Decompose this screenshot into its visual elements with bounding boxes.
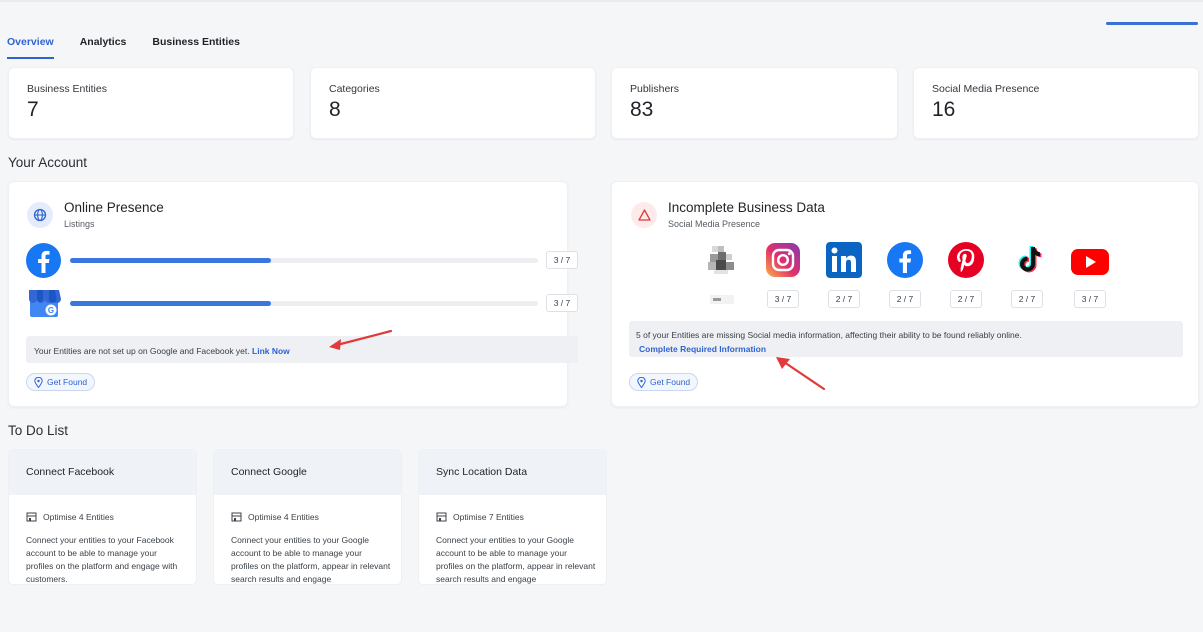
annotation-arrow-left [329, 329, 393, 350]
link-now-link[interactable]: Link Now [252, 346, 290, 356]
facebook-count: 2 / 7 [889, 290, 921, 308]
top-divider [0, 0, 1203, 2]
stat-label: Social Media Presence [932, 83, 1040, 95]
stat-value: 7 [27, 98, 39, 121]
todo-meta-text: Optimise 4 Entities [43, 512, 114, 522]
store-icon [26, 512, 37, 522]
facebook-icon [26, 243, 61, 278]
notice-text: Your Entities are not set up on Google a… [34, 346, 250, 356]
setup-notice: Your Entities are not set up on Google a… [26, 336, 578, 363]
todo-card-sync-location-data[interactable]: Sync Location Data Optimise 7 Entities C… [418, 449, 607, 585]
stat-label: Business Entities [27, 83, 107, 95]
card-subtitle: Social Media Presence [668, 219, 761, 229]
stat-card-publishers: Publishers 83 [611, 67, 898, 139]
todo-card-connect-google[interactable]: Connect Google Optimise 4 Entities Conne… [213, 449, 402, 585]
todo-title: Connect Facebook [9, 450, 196, 495]
pixelated-icon [704, 242, 740, 278]
card-subtitle: Listings [64, 219, 95, 229]
facebook-progress-bar [70, 258, 538, 263]
tab-overview[interactable]: Overview [7, 34, 54, 59]
globe-icon [27, 202, 53, 228]
pinterest-icon [948, 242, 984, 278]
online-presence-card: Online Presence Listings 3 / 7 G 3 / 7 Y… [8, 181, 578, 407]
get-found-button[interactable]: Get Found [26, 373, 96, 391]
stat-card-business-entities: Business Entities 7 [8, 67, 294, 139]
linkedin-count: 2 / 7 [828, 290, 860, 308]
google-business-icon: G [27, 288, 61, 318]
store-icon [436, 512, 447, 522]
annotation-arrow-right [776, 357, 826, 391]
stat-value: 8 [329, 98, 341, 121]
todo-meta-text: Optimise 4 Entities [248, 512, 319, 522]
todo-meta: Optimise 4 Entities [26, 512, 114, 522]
store-icon [231, 512, 242, 522]
stat-label: Categories [329, 83, 380, 95]
facebook-icon [887, 242, 923, 278]
complete-required-information-link[interactable]: Complete Required Information [639, 344, 766, 354]
facebook-count: 3 / 7 [546, 251, 578, 269]
section-title-to-do-list: To Do List [8, 423, 69, 438]
card-title: Online Presence [64, 200, 164, 215]
stat-card-categories: Categories 8 [310, 67, 596, 139]
stat-value: 83 [630, 98, 654, 121]
incomplete-business-data-card: Incomplete Business Data Social Media Pr… [611, 181, 1199, 407]
tab-business-entities[interactable]: Business Entities [152, 34, 240, 59]
progress-fill [70, 301, 272, 306]
tiktok-count: 2 / 7 [1011, 290, 1043, 308]
todo-description: Connect your entities to your Facebook a… [26, 535, 178, 584]
card-title: Incomplete Business Data [668, 200, 825, 215]
get-found-button[interactable]: Get Found [629, 373, 699, 391]
instagram-icon [765, 242, 801, 278]
google-count: 3 / 7 [546, 294, 578, 312]
youtube-count: 3 / 7 [1074, 290, 1106, 308]
todo-meta-text: Optimise 7 Entities [453, 512, 524, 522]
linkedin-icon [826, 242, 862, 278]
get-found-label: Get Found [650, 377, 691, 387]
location-pin-icon [637, 376, 646, 388]
get-found-label: Get Found [47, 377, 88, 387]
location-pin-icon [34, 376, 43, 388]
youtube-icon [1071, 242, 1109, 278]
pinterest-count: 2 / 7 [950, 290, 982, 308]
todo-meta: Optimise 4 Entities [231, 512, 319, 522]
todo-card-connect-facebook[interactable]: Connect Facebook Optimise 4 Entities Con… [8, 449, 197, 585]
todo-meta: Optimise 7 Entities [436, 512, 524, 522]
todo-title: Connect Google [214, 450, 401, 495]
warning-icon [631, 202, 657, 228]
section-title-your-account: Your Account [8, 155, 88, 170]
google-progress-bar [70, 301, 538, 306]
notice-text: 5 of your Entities are missing Social me… [636, 330, 1022, 340]
stat-card-social-media-presence: Social Media Presence 16 [913, 67, 1199, 139]
todo-description: Connect your entities to your Google acc… [231, 535, 391, 584]
instagram-count: 3 / 7 [767, 290, 799, 308]
tab-bar: Overview Analytics Business Entities [7, 34, 266, 59]
tab-analytics[interactable]: Analytics [80, 34, 127, 59]
pixelated-count-placeholder [710, 295, 734, 304]
pixel-block [713, 298, 721, 301]
todo-title: Sync Location Data [419, 450, 606, 495]
stat-label: Publishers [630, 83, 680, 95]
stat-value: 16 [932, 98, 956, 121]
todo-description: Connect your entities to your Google acc… [436, 535, 596, 584]
tiktok-icon [1011, 242, 1047, 278]
progress-fill [70, 258, 272, 263]
header-accent-bar [1106, 22, 1198, 25]
missing-info-notice: 5 of your Entities are missing Social me… [629, 321, 1183, 357]
svg-text:G: G [48, 306, 54, 315]
